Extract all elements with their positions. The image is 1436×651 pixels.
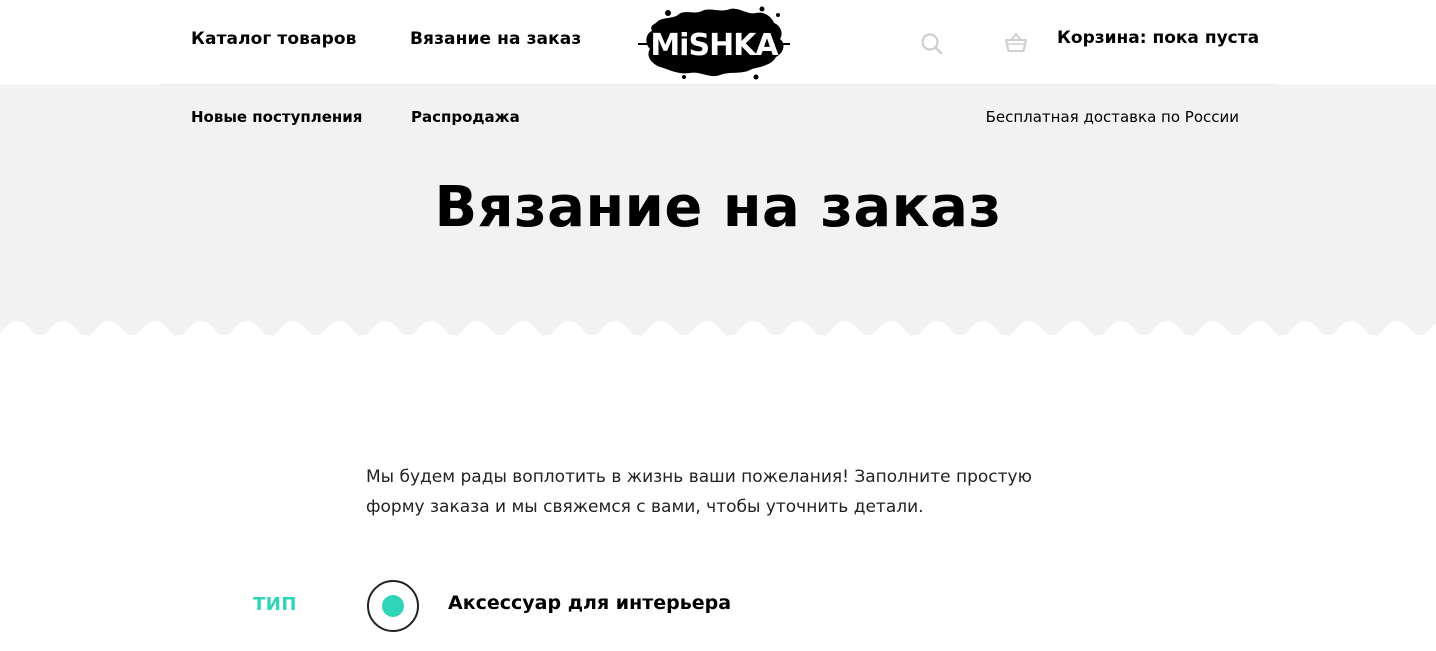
subnav-new-arrivals-link[interactable]: Новые поступления bbox=[191, 108, 362, 126]
site-header: Каталог товаров Вязание на заказ MiSHKA … bbox=[0, 0, 1436, 85]
type-option-radio[interactable] bbox=[367, 580, 419, 632]
nav-catalog-link[interactable]: Каталог товаров bbox=[191, 29, 357, 49]
radio-selected-dot bbox=[382, 595, 404, 617]
type-field-label: ТИП bbox=[253, 594, 297, 615]
cart-icon bbox=[1005, 33, 1027, 52]
search-button[interactable] bbox=[919, 31, 945, 57]
page-title: Вязание на заказ bbox=[434, 175, 1002, 240]
cart-status-link[interactable]: Корзина: пока пуста bbox=[1057, 28, 1259, 48]
free-delivery-note: Бесплатная доставка по России bbox=[985, 108, 1239, 126]
intro-text: Мы будем рады воплотить в жизнь ваши пож… bbox=[366, 467, 1032, 517]
search-icon bbox=[921, 33, 943, 55]
svg-text:MiSHKA: MiSHKA bbox=[650, 28, 779, 63]
type-option-label[interactable]: Аксессуар для интерьера bbox=[448, 592, 731, 614]
cart-icon-link[interactable] bbox=[1003, 30, 1029, 56]
hero-section: Новые поступления Распродажа Бесплатная … bbox=[0, 85, 1436, 335]
wave-divider bbox=[0, 320, 1436, 336]
subnav-sale-link[interactable]: Распродажа bbox=[411, 108, 520, 126]
nav-custom-knitting-link[interactable]: Вязание на заказ bbox=[410, 29, 581, 49]
logo-icon: MiSHKA bbox=[638, 6, 790, 80]
site-logo[interactable]: MiSHKA bbox=[638, 5, 790, 81]
